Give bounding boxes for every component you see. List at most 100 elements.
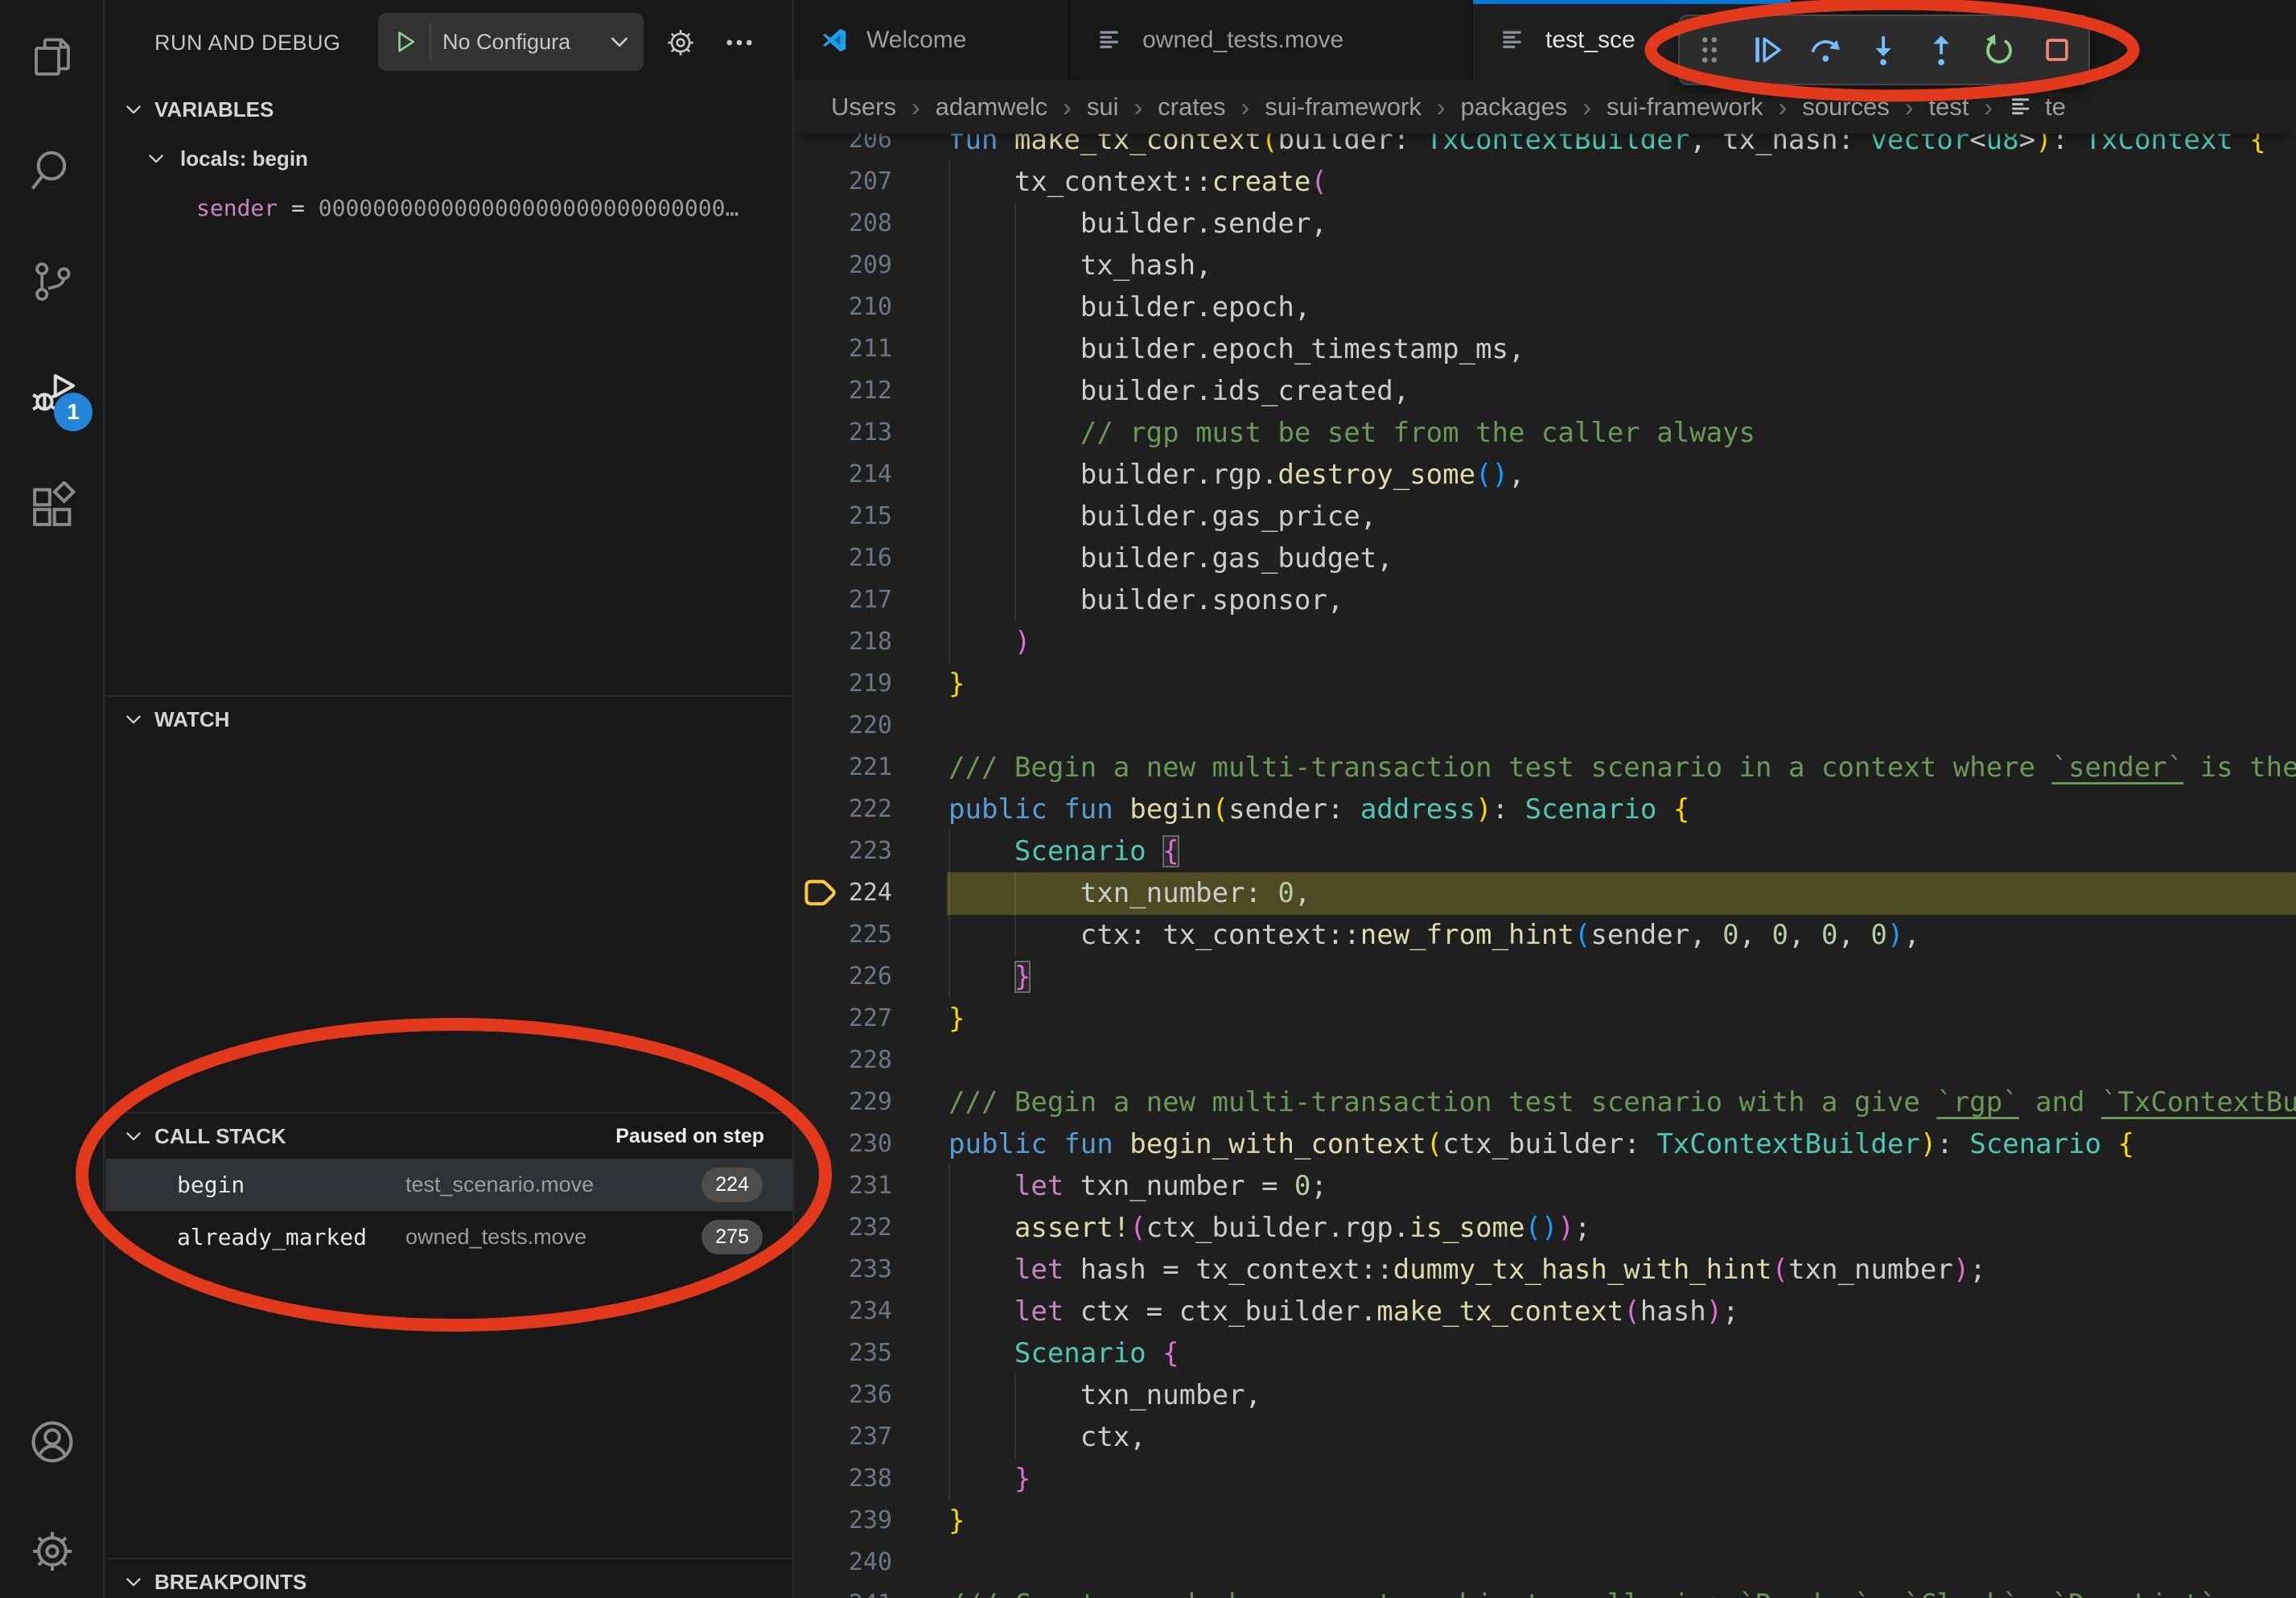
debug-configuration-label[interactable]: No Configura	[442, 30, 610, 55]
debug-step-out-icon	[1923, 31, 1960, 68]
debug-step-marker-icon	[800, 877, 839, 911]
debug-continue-button[interactable]	[1749, 31, 1786, 68]
code-line: builder.ids_created,	[948, 370, 1409, 412]
debug-step-over-icon	[1807, 31, 1844, 68]
code-line: let hash = tx_context::dummy_tx_hash_wit…	[948, 1249, 1986, 1291]
breadcrumb-separator: ›	[1779, 93, 1788, 122]
line-number: 233	[794, 1249, 892, 1291]
activity-item-extensions[interactable]	[27, 481, 78, 533]
code-line: builder.sponsor,	[948, 579, 1343, 621]
activity-item-explorer[interactable]	[27, 32, 78, 84]
code-line: let txn_number = 0;	[948, 1165, 1327, 1207]
code-line: builder.epoch,	[948, 286, 1311, 328]
activity-item-account[interactable]	[27, 1416, 78, 1468]
frame-file-name: owned_tests.move	[405, 1211, 586, 1263]
debug-step-out-button[interactable]	[1923, 31, 1960, 68]
paused-status-text: Paused on step	[442, 1114, 764, 1159]
toolbar-drag-handle-icon	[1691, 31, 1728, 68]
line-number: 232	[794, 1207, 892, 1249]
line-number: 225	[794, 914, 892, 956]
activity-item-run-and-debug[interactable]: 1	[27, 369, 78, 420]
debug-restart-icon	[1981, 31, 2018, 68]
code-line: let ctx = ctx_builder.make_tx_context(ha…	[948, 1291, 1739, 1332]
line-number: 227	[794, 998, 892, 1040]
line-number: 210	[794, 286, 892, 328]
frame-function-name: already_marked	[177, 1211, 367, 1263]
debug-step-into-button[interactable]	[1865, 31, 1902, 68]
debug-stop-icon	[2039, 31, 2076, 68]
line-number: 207	[794, 161, 892, 203]
chevron-down-icon	[122, 1571, 145, 1593]
line-number: 215	[794, 496, 892, 537]
variables-scope-label: locals: begin	[180, 137, 308, 180]
start-debugging-icon[interactable]	[391, 27, 420, 56]
activity-bar: 1	[0, 0, 105, 1598]
line-number: 223	[794, 830, 892, 872]
debug-toolbar	[1678, 14, 2090, 85]
breadcrumb-file[interactable]: te	[2045, 93, 2066, 121]
debug-stop-button[interactable]	[2039, 31, 2076, 68]
frame-function-name: begin	[177, 1159, 245, 1211]
code-line: builder.sender,	[948, 203, 1327, 245]
stack-frame-already_marked[interactable]: already_marked owned_tests.move 275	[106, 1211, 792, 1263]
breadcrumb-item[interactable]: sui	[1087, 93, 1119, 121]
frame-line-badge: 275	[702, 1220, 763, 1254]
breakpoints-section-label: BREAKPOINTS	[154, 1559, 307, 1598]
breadcrumb-item[interactable]: crates	[1158, 93, 1225, 121]
activity-item-source-control[interactable]	[27, 256, 78, 307]
code-line: // rgp must be set from the caller alway…	[948, 412, 1755, 454]
frame-line-badge: 224	[702, 1168, 763, 1202]
line-number: 229	[794, 1081, 892, 1123]
line-number: 221	[794, 747, 892, 789]
code-line: Scenario {	[948, 1332, 1179, 1374]
code-line: tx_hash,	[948, 245, 1212, 286]
chevron-down-icon	[145, 147, 167, 170]
code-line: public fun begin(sender: address): Scena…	[948, 789, 1689, 830]
breakpoints-section-header[interactable]: BREAKPOINTS	[106, 1559, 792, 1598]
watch-section-header[interactable]: WATCH	[106, 697, 792, 742]
chevron-down-icon[interactable]	[607, 29, 632, 55]
line-number: 236	[794, 1374, 892, 1416]
line-number: 240	[794, 1542, 892, 1584]
breadcrumb-item[interactable]: sui-framework	[1265, 93, 1422, 121]
breadcrumb-item[interactable]: packages	[1461, 93, 1568, 121]
stack-frame-begin[interactable]: begintest_scenario.move224	[106, 1159, 792, 1211]
variables-scope-row[interactable]: locals: begin	[106, 137, 792, 180]
breadcrumb-item[interactable]: test	[1928, 93, 1969, 121]
debug-restart-button[interactable]	[1981, 31, 2018, 68]
code-editor[interactable]: 206fun make_tx_context(builder: TxContex…	[794, 0, 2296, 1598]
code-line: assert!(ctx_builder.rgp.is_some());	[948, 1207, 1590, 1249]
toolbar-drag-handle-button[interactable]	[1691, 31, 1728, 68]
debug-settings-gear-icon[interactable]	[664, 26, 697, 60]
breadcrumb-item[interactable]: Users	[831, 93, 896, 121]
code-line: ctx: tx_context::new_from_hint(sender, 0…	[948, 914, 1920, 956]
line-number: 230	[794, 1123, 892, 1165]
code-line: builder.epoch_timestamp_ms,	[948, 328, 1524, 370]
account-icon	[27, 1416, 78, 1468]
breadcrumb-item[interactable]: sources	[1802, 93, 1890, 121]
code-line: }	[948, 1500, 965, 1542]
run-and-debug-sidebar: RUN AND DEBUG No Configura VARIABLES loc…	[106, 0, 792, 1598]
code-line: /// Begin a new multi-transaction test s…	[948, 747, 2296, 789]
line-number: 228	[794, 1040, 892, 1081]
chevron-down-icon	[122, 708, 145, 731]
breadcrumb-item[interactable]: sui-framework	[1607, 93, 1763, 121]
sidebar-title: RUN AND DEBUG	[154, 0, 341, 85]
variable-entry[interactable]: sender = 000000000000000000000000000000…	[196, 187, 739, 230]
more-actions-icon[interactable]	[722, 26, 756, 60]
activity-item-settings[interactable]	[27, 1526, 78, 1577]
line-number: 231	[794, 1165, 892, 1207]
breadcrumb-separator: ›	[911, 93, 920, 122]
chevron-down-icon	[122, 1125, 145, 1147]
editor-group: Welcomeowned_tests.movetest_sce Users›ad…	[792, 0, 2296, 1598]
activity-item-search[interactable]	[27, 145, 78, 196]
code-line: builder.gas_budget,	[948, 537, 1393, 579]
code-line: txn_number,	[948, 1374, 1261, 1416]
code-line: public fun begin_with_context(ctx_builde…	[948, 1123, 2134, 1165]
call-stack-section-label: CALL STACK	[154, 1114, 286, 1159]
breadcrumb-item[interactable]: adamwelc	[936, 93, 1048, 121]
variables-section-header[interactable]: VARIABLES	[106, 87, 792, 132]
debug-configuration-dropdown[interactable]: No Configura	[378, 13, 644, 71]
debug-step-over-button[interactable]	[1807, 31, 1844, 68]
settings-icon	[27, 1526, 78, 1577]
